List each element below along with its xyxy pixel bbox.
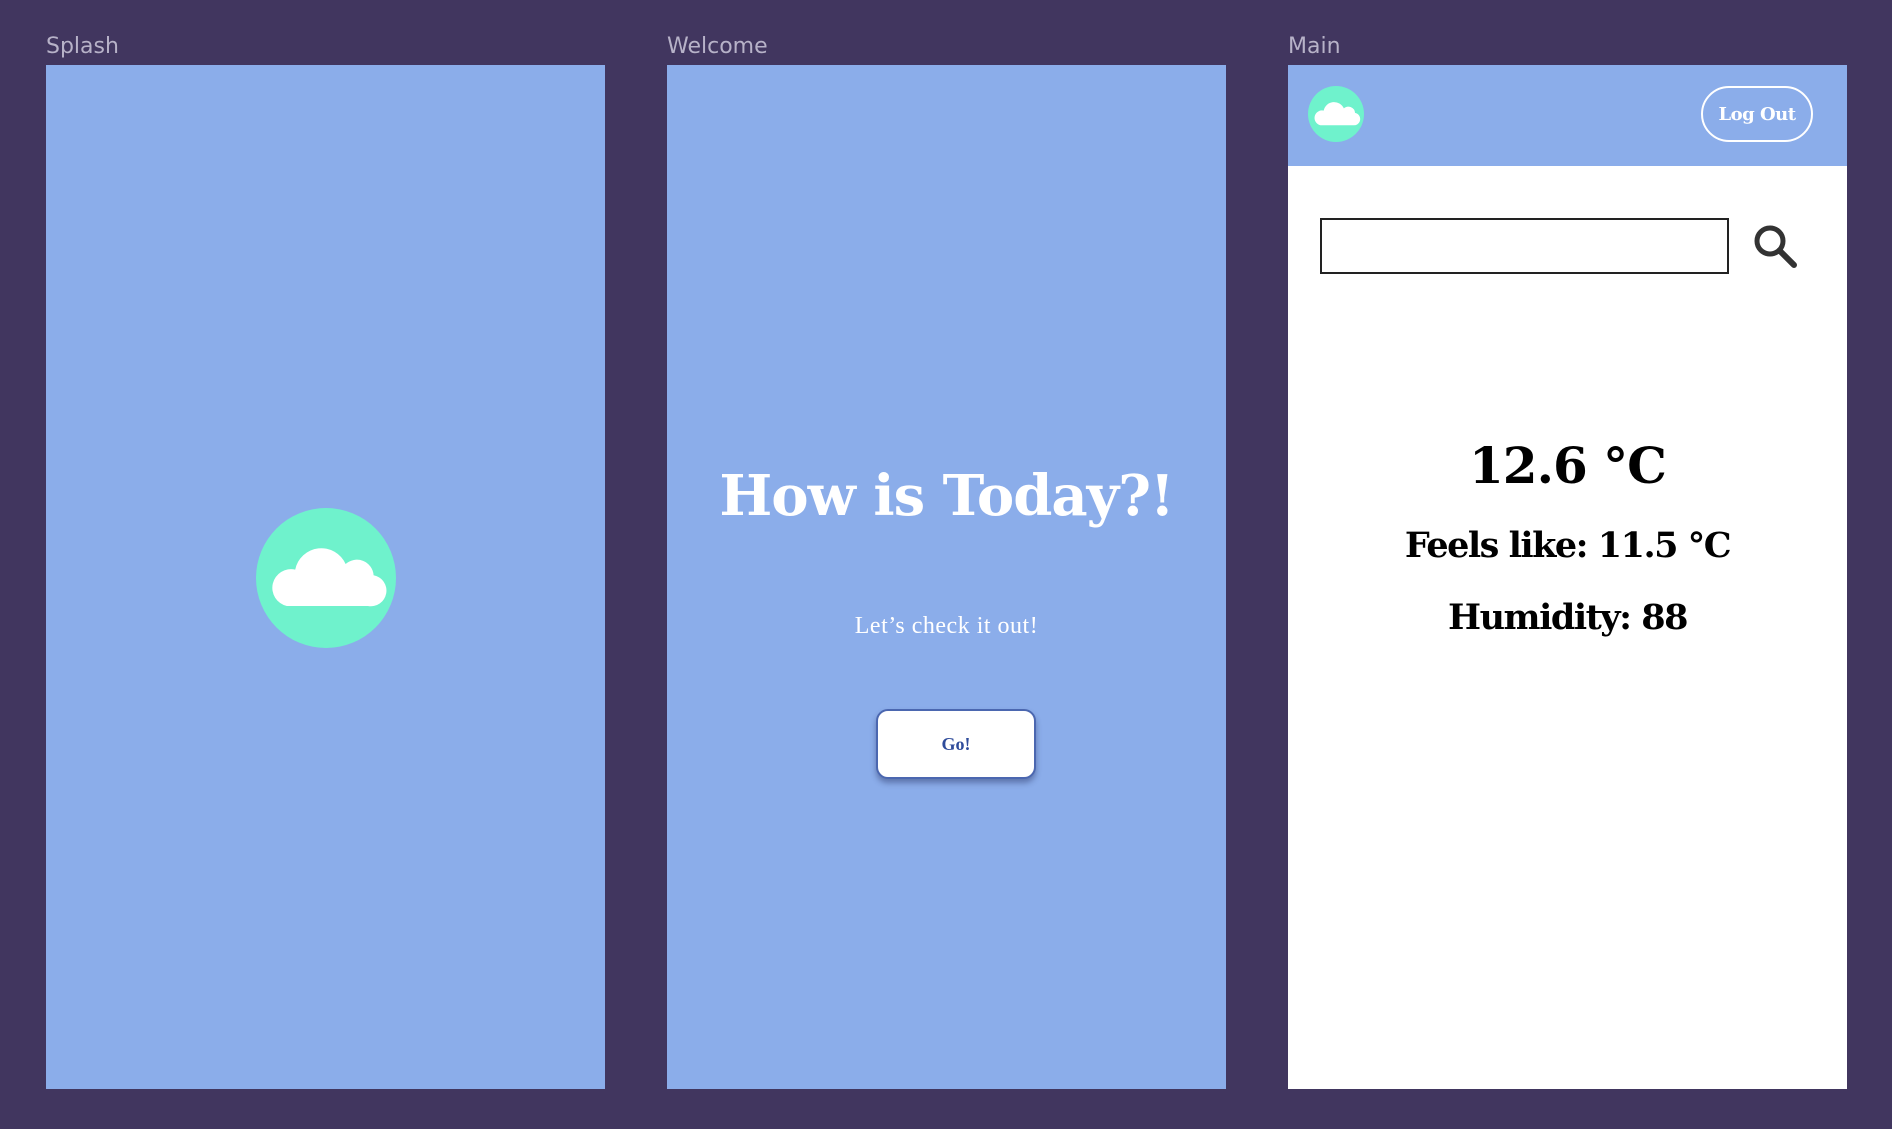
header-logo[interactable] <box>1308 86 1364 142</box>
frame-label-welcome: Welcome <box>667 34 768 59</box>
splash-screen <box>46 65 605 1089</box>
feels-like-value: Feels like: 11.5 °C <box>1404 525 1732 566</box>
cloud-icon <box>1314 102 1361 126</box>
frame-label-splash: Splash <box>46 34 119 59</box>
welcome-subtitle: Let’s check it out! <box>854 613 1039 639</box>
app-header: Log Out <box>1288 65 1847 166</box>
logout-button[interactable]: Log Out <box>1701 86 1813 142</box>
logout-button-label: Log Out <box>1718 103 1796 125</box>
search-input[interactable] <box>1320 218 1729 274</box>
search-icon[interactable] <box>1750 221 1800 271</box>
humidity-value: Humidity: 88 <box>1448 597 1688 638</box>
app-logo <box>256 508 396 648</box>
welcome-title: How is Today?! <box>719 463 1174 529</box>
go-button-label: Go! <box>941 733 971 754</box>
welcome-screen: How is Today?! Let’s check it out! Go! <box>667 65 1226 1089</box>
cloud-icon <box>272 548 387 607</box>
frame-label-main: Main <box>1288 34 1341 59</box>
go-button[interactable]: Go! <box>876 709 1036 779</box>
temperature-value: 12.6 °C <box>1469 436 1667 495</box>
main-screen: Log Out 12.6 °C Feels like: 11.5 °C Humi… <box>1288 65 1847 1089</box>
